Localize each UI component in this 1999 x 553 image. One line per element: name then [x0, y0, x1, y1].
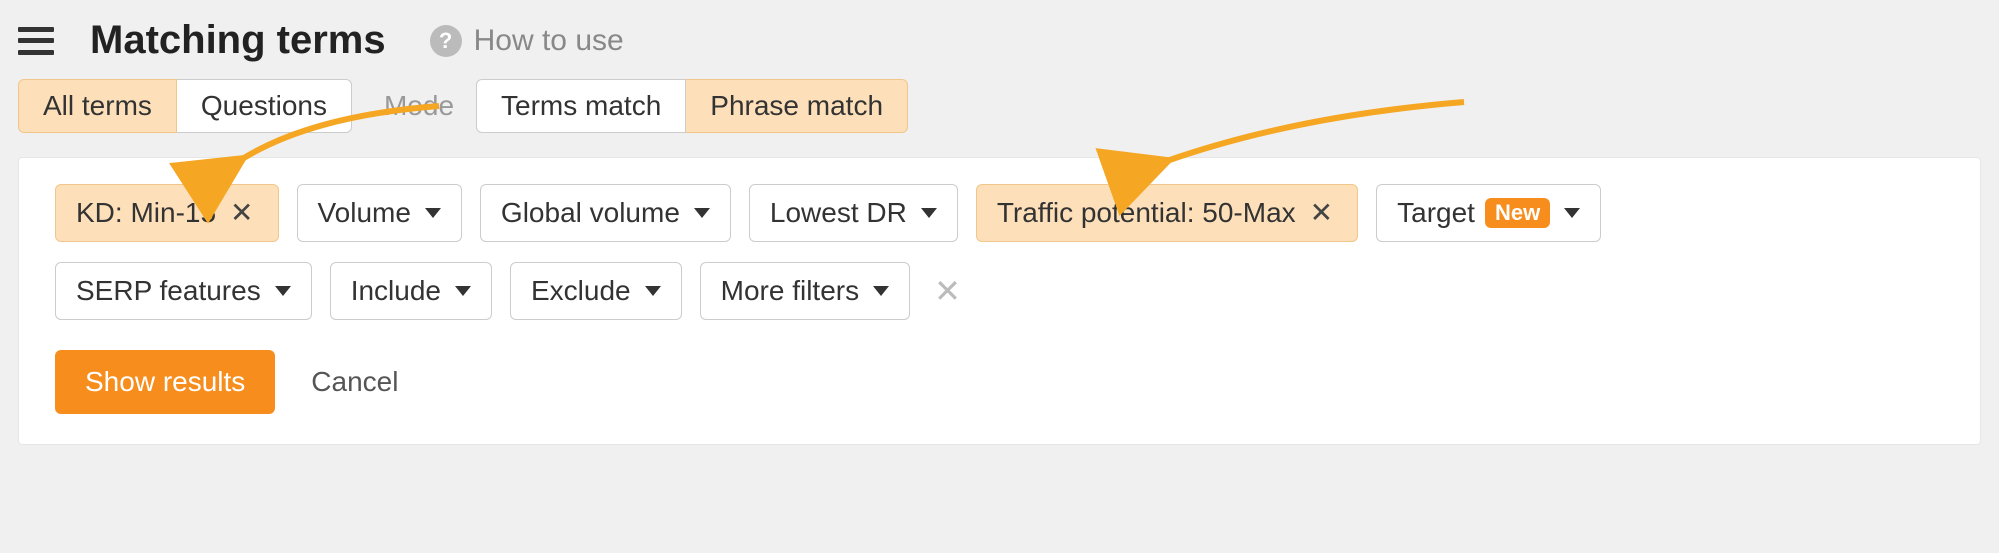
- filter-serp-features[interactable]: SERP features: [55, 262, 312, 320]
- filter-row-1: KD: Min-15 ✕ Volume Global volume Lowest…: [55, 184, 1944, 242]
- action-row: Show results Cancel: [55, 350, 1944, 414]
- tab-terms-match[interactable]: Terms match: [476, 79, 686, 133]
- page-title: Matching terms: [90, 18, 386, 63]
- chevron-down-icon: [645, 286, 661, 296]
- tab-all-terms[interactable]: All terms: [18, 79, 177, 133]
- chevron-down-icon: [694, 208, 710, 218]
- how-to-use-link[interactable]: ? How to use: [430, 24, 624, 58]
- tab-questions[interactable]: Questions: [177, 79, 352, 133]
- filter-more[interactable]: More filters: [700, 262, 910, 320]
- filter-lowest-dr-label: Lowest DR: [770, 197, 907, 229]
- menu-icon[interactable]: [18, 27, 54, 55]
- show-results-button[interactable]: Show results: [55, 350, 275, 414]
- filter-exclude-label: Exclude: [531, 275, 631, 307]
- filter-traffic-potential[interactable]: Traffic potential: 50-Max ✕: [976, 184, 1358, 242]
- terms-questions-tabs: All terms Questions: [18, 79, 352, 133]
- new-badge: New: [1485, 198, 1550, 228]
- filter-serp-features-label: SERP features: [76, 275, 261, 307]
- chevron-down-icon: [455, 286, 471, 296]
- clear-filters-icon[interactable]: ✕: [928, 272, 967, 310]
- tab-phrase-match[interactable]: Phrase match: [686, 79, 908, 133]
- filter-traffic-potential-label: Traffic potential: 50-Max: [997, 197, 1296, 229]
- filter-target-label: Target: [1397, 197, 1475, 229]
- chevron-down-icon: [1564, 208, 1580, 218]
- filter-global-volume-label: Global volume: [501, 197, 680, 229]
- filters-panel: KD: Min-15 ✕ Volume Global volume Lowest…: [18, 157, 1981, 445]
- chevron-down-icon: [873, 286, 889, 296]
- filter-target[interactable]: Target New: [1376, 184, 1601, 242]
- chevron-down-icon: [275, 286, 291, 296]
- filter-volume-label: Volume: [318, 197, 411, 229]
- chevron-down-icon: [425, 208, 441, 218]
- mode-label: Mode: [384, 90, 454, 122]
- filter-kd-label: KD: Min-15: [76, 197, 216, 229]
- close-icon[interactable]: ✕: [1306, 199, 1337, 227]
- close-icon[interactable]: ✕: [226, 199, 257, 227]
- filter-lowest-dr[interactable]: Lowest DR: [749, 184, 958, 242]
- filter-exclude[interactable]: Exclude: [510, 262, 682, 320]
- filter-more-label: More filters: [721, 275, 859, 307]
- filter-global-volume[interactable]: Global volume: [480, 184, 731, 242]
- filter-row-2: SERP features Include Exclude More filte…: [55, 262, 1944, 320]
- filter-volume[interactable]: Volume: [297, 184, 462, 242]
- how-to-use-label: How to use: [474, 24, 624, 58]
- chevron-down-icon: [921, 208, 937, 218]
- filter-include[interactable]: Include: [330, 262, 492, 320]
- filter-include-label: Include: [351, 275, 441, 307]
- cancel-link[interactable]: Cancel: [311, 366, 398, 398]
- help-icon: ?: [430, 25, 462, 57]
- filter-kd[interactable]: KD: Min-15 ✕: [55, 184, 279, 242]
- match-type-tabs: Terms match Phrase match: [476, 79, 908, 133]
